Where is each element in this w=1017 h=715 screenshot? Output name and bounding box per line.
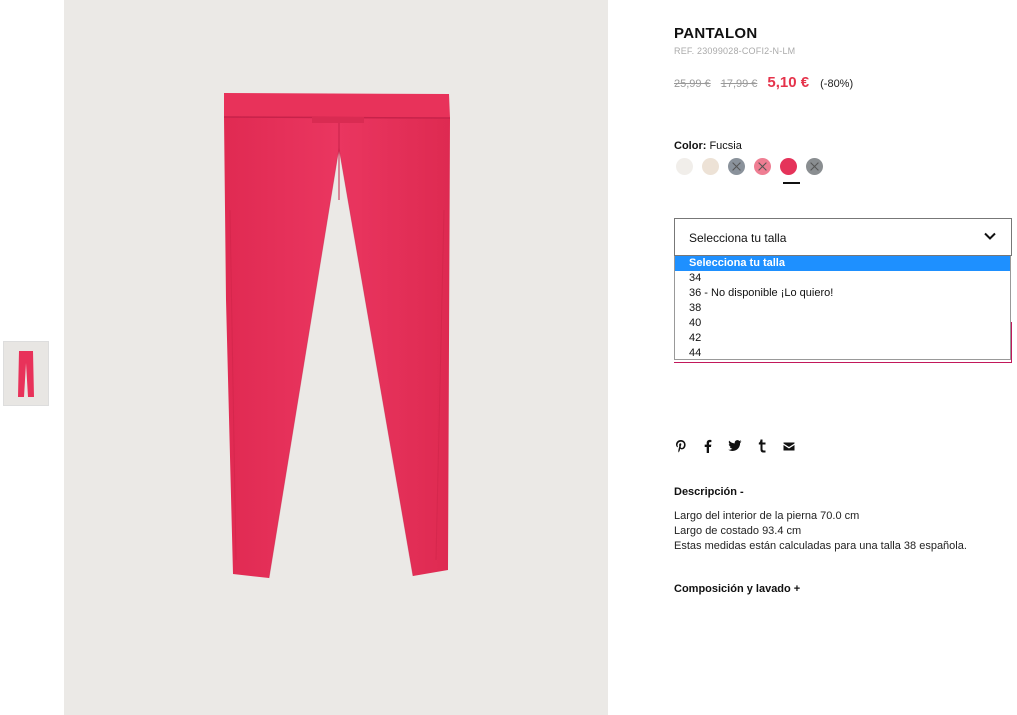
selected-swatch-indicator bbox=[783, 182, 800, 184]
color-swatch-1[interactable] bbox=[702, 158, 719, 175]
share-icons bbox=[674, 438, 809, 454]
pinterest-icon[interactable] bbox=[674, 438, 688, 454]
previous-price: 17,99 € bbox=[720, 78, 758, 90]
color-label-row: Color: Fucsia bbox=[674, 140, 742, 152]
description-line: Largo de costado 93.4 cm bbox=[674, 525, 802, 537]
sale-price: 5,10 € bbox=[767, 74, 810, 91]
color-swatch-5[interactable] bbox=[806, 158, 823, 175]
original-price: 25,99 € bbox=[674, 78, 711, 90]
size-option[interactable]: 34 bbox=[675, 271, 1010, 286]
pants-image bbox=[223, 93, 451, 579]
product-title: PANTALON bbox=[674, 25, 758, 42]
size-option[interactable]: 42 bbox=[675, 331, 1010, 346]
pants-thumbnail-image bbox=[18, 350, 34, 397]
price-row: 25,99 € 17,99 € 5,10 € (-80%) bbox=[674, 74, 853, 91]
size-option[interactable]: 36 - No disponible ¡Lo quiero! bbox=[675, 286, 1010, 301]
size-select[interactable]: Selecciona tu talla bbox=[674, 218, 1012, 256]
chevron-down-icon bbox=[983, 229, 997, 248]
facebook-icon[interactable] bbox=[701, 438, 715, 454]
size-option[interactable]: Selecciona tu talla bbox=[675, 256, 1010, 271]
description-line: Estas medidas están calculadas para una … bbox=[674, 540, 967, 552]
description-toggle[interactable]: Descripción - bbox=[674, 486, 744, 498]
color-swatch-4[interactable] bbox=[780, 158, 797, 175]
color-value: Fucsia bbox=[709, 140, 742, 152]
product-main-image[interactable] bbox=[64, 0, 608, 715]
color-swatches bbox=[676, 158, 832, 175]
size-dropdown-list: Selecciona tu talla 34 36 - No disponible … bbox=[674, 256, 1011, 360]
discount-badge: (-80%) bbox=[820, 78, 854, 90]
color-swatch-2[interactable] bbox=[728, 158, 745, 175]
composition-toggle[interactable]: Composición y lavado + bbox=[674, 583, 800, 595]
twitter-icon[interactable] bbox=[728, 438, 742, 454]
product-reference: REF. 23099028-COFI2-N-LM bbox=[674, 46, 796, 56]
size-select-value: Selecciona tu talla bbox=[689, 231, 787, 245]
email-icon[interactable] bbox=[782, 438, 796, 454]
color-label: Color: bbox=[674, 140, 707, 152]
color-swatch-0[interactable] bbox=[676, 158, 693, 175]
color-swatch-3[interactable] bbox=[754, 158, 771, 175]
product-thumbnail[interactable] bbox=[3, 341, 49, 406]
tumblr-icon[interactable] bbox=[755, 438, 769, 454]
size-option[interactable]: 40 bbox=[675, 316, 1010, 331]
description-line: Largo del interior de la pierna 70.0 cm bbox=[674, 510, 860, 522]
size-option[interactable]: 44 bbox=[675, 346, 1010, 361]
size-option[interactable]: 38 bbox=[675, 301, 1010, 316]
description-body: Largo del interior de la pierna 70.0 cm … bbox=[674, 509, 967, 554]
